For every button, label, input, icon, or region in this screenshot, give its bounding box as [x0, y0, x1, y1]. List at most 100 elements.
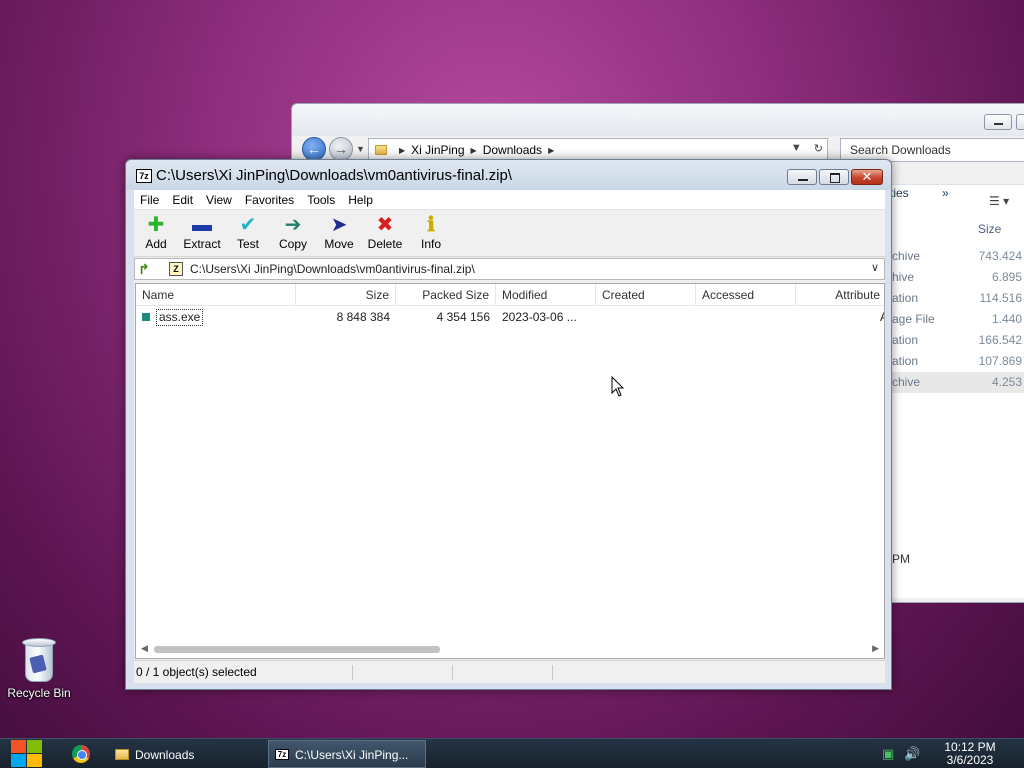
up-folder-icon[interactable]: ↱	[138, 261, 156, 277]
recycle-bin-shortcut[interactable]: Recycle Bin	[4, 636, 74, 700]
taskbar-item-sevenzip[interactable]: 7z C:\Users\Xi JinPing...	[268, 740, 426, 768]
row-size: 107.869	[978, 354, 1022, 368]
minimize-button[interactable]	[787, 169, 817, 185]
breadcrumb-separator-icon[interactable]: ▶	[548, 146, 554, 155]
horizontal-scrollbar[interactable]: ◀ ▶	[136, 640, 884, 658]
move-label: Move	[324, 237, 354, 251]
copy-arrow-icon: ➔	[284, 214, 302, 236]
explorer-row[interactable]: hive 6.895	[890, 267, 1024, 288]
file-list[interactable]: Name Size Packed Size Modified Created A…	[135, 283, 885, 659]
close-button[interactable]: ✕	[851, 169, 883, 185]
windows-logo-icon	[11, 740, 26, 753]
explorer-minimize-button[interactable]	[984, 114, 1012, 130]
explorer-row[interactable]: ation 114.516	[890, 288, 1024, 309]
column-created[interactable]: Created	[596, 284, 696, 306]
row-size: 6.895	[991, 270, 1022, 284]
copy-button[interactable]: ➔ Copy	[271, 214, 315, 251]
breadcrumb-downloads[interactable]: Downloads	[483, 143, 542, 157]
column-name[interactable]: Name	[136, 284, 296, 306]
explorer-maximize-button[interactable]	[1016, 114, 1024, 130]
forward-arrow-icon[interactable]: →	[329, 137, 353, 161]
path-dropdown-icon[interactable]: ∨	[871, 261, 879, 274]
sevenzip-window[interactable]: 7z C:\Users\Xi JinPing\Downloads\vm0anti…	[125, 159, 892, 690]
details-pane-partial-time: PM	[892, 552, 910, 566]
taskbar-item-label: C:\Users\Xi JinPing...	[295, 748, 409, 762]
sevenzip-client-area: File Edit View Favorites Tools Help ✚ Ad…	[134, 190, 885, 683]
menu-tools[interactable]: Tools	[307, 193, 335, 207]
scrollbar-thumb[interactable]	[154, 646, 440, 653]
back-arrow-icon[interactable]: ←	[302, 137, 326, 161]
path-bar[interactable]: ↱ Z C:\Users\Xi JinPing\Downloads\vm0ant…	[134, 258, 885, 280]
column-attribute[interactable]: Attribute	[796, 284, 884, 306]
menu-help[interactable]: Help	[348, 193, 373, 207]
breadcrumb-separator-icon[interactable]: ▶	[471, 146, 477, 155]
chrome-icon[interactable]	[72, 745, 90, 763]
explorer-row[interactable]: age File 1.440	[890, 309, 1024, 330]
toolbar-more-icon[interactable]: »	[942, 186, 949, 200]
explorer-row-selected[interactable]: chive 4.253	[890, 372, 1024, 393]
breadcrumb-xi-jinping[interactable]: Xi JinPing	[411, 143, 464, 157]
volume-icon[interactable]: 🔊	[904, 746, 920, 762]
zip-archive-icon: Z	[169, 262, 183, 276]
explorer-row[interactable]: ation 107.869	[890, 351, 1024, 372]
scroll-right-icon[interactable]: ▶	[872, 643, 879, 654]
copy-label: Copy	[278, 237, 307, 251]
file-size-cell: 8 848 384	[336, 310, 390, 324]
test-label: Test	[236, 237, 259, 251]
address-dropdown-icon[interactable]: ▼	[791, 142, 802, 155]
add-button[interactable]: ✚ Add	[134, 214, 178, 251]
selection-status: 0 / 1 object(s) selected	[136, 665, 257, 679]
maximize-button[interactable]	[819, 169, 849, 185]
plus-icon: ✚	[147, 214, 165, 236]
path-text[interactable]: C:\Users\Xi JinPing\Downloads\vm0antivir…	[190, 262, 475, 276]
recent-pages-chevron-icon[interactable]: ▼	[356, 144, 365, 154]
row-type: ation	[892, 333, 919, 347]
clock[interactable]: 10:12 PM 3/6/2023	[935, 741, 1005, 767]
menu-edit[interactable]: Edit	[172, 193, 193, 207]
info-button[interactable]: ℹ Info	[409, 214, 453, 251]
taskbar-item-downloads[interactable]: Downloads	[108, 740, 266, 768]
explorer-column-size[interactable]: Size	[978, 222, 1001, 236]
row-type: ation	[892, 291, 919, 305]
sevenzip-app-icon: 7z	[136, 169, 152, 183]
row-size: 743.424	[978, 249, 1022, 263]
row-type: chive	[892, 249, 921, 263]
recycle-bin-icon	[19, 636, 59, 684]
properties-menu-partial[interactable]: ties	[890, 186, 909, 200]
sevenzip-titlebar[interactable]: 7z C:\Users\Xi JinPing\Downloads\vm0anti…	[126, 160, 891, 190]
mouse-cursor-icon	[611, 376, 625, 397]
column-packed-size[interactable]: Packed Size	[396, 284, 496, 306]
minus-icon: ▬	[192, 214, 212, 236]
move-arrow-icon: ➤	[330, 214, 348, 236]
taskbar-item-label: Downloads	[135, 748, 195, 762]
extract-label: Extract	[183, 237, 221, 251]
column-size[interactable]: Size	[296, 284, 396, 306]
menu-favorites[interactable]: Favorites	[245, 193, 294, 207]
menu-view[interactable]: View	[206, 193, 232, 207]
explorer-row[interactable]: chive 743.424	[890, 246, 1024, 267]
file-name-cell[interactable]: ass.exe	[156, 309, 204, 326]
extract-button[interactable]: ▬ Extract	[180, 214, 224, 251]
explorer-row[interactable]: ation 166.542	[890, 330, 1024, 351]
breadcrumb-separator-icon[interactable]: ▶	[399, 146, 405, 155]
delete-button[interactable]: ✖ Delete	[363, 214, 407, 251]
network-icon[interactable]: ▣	[882, 746, 894, 762]
test-button[interactable]: ✔ Test	[226, 214, 270, 251]
info-icon: ℹ	[427, 214, 435, 236]
file-modified-cell: 2023-03-06 ...	[502, 310, 577, 324]
menu-file[interactable]: File	[140, 193, 159, 207]
move-button[interactable]: ➤ Move	[317, 214, 361, 251]
scroll-left-icon[interactable]: ◀	[141, 643, 148, 654]
view-options-icon[interactable]: ☰ ▾	[989, 194, 1009, 208]
explorer-toolbar-partial[interactable]: ties »	[890, 186, 949, 200]
explorer-titlebar[interactable]	[292, 104, 1024, 136]
table-row[interactable]: ass.exe 8 848 384 4 354 156 2023-03-06 .…	[136, 308, 884, 327]
row-type: ation	[892, 354, 919, 368]
column-modified[interactable]: Modified	[496, 284, 596, 306]
taskbar: Downloads 7z C:\Users\Xi JinPing... ▣ 🔊 …	[0, 738, 1024, 768]
column-accessed[interactable]: Accessed	[696, 284, 796, 306]
recycle-bin-label: Recycle Bin	[7, 686, 71, 700]
system-tray: ▣ 🔊	[882, 746, 920, 762]
refresh-icon[interactable]: ↻	[814, 142, 823, 155]
start-button[interactable]	[8, 739, 46, 768]
